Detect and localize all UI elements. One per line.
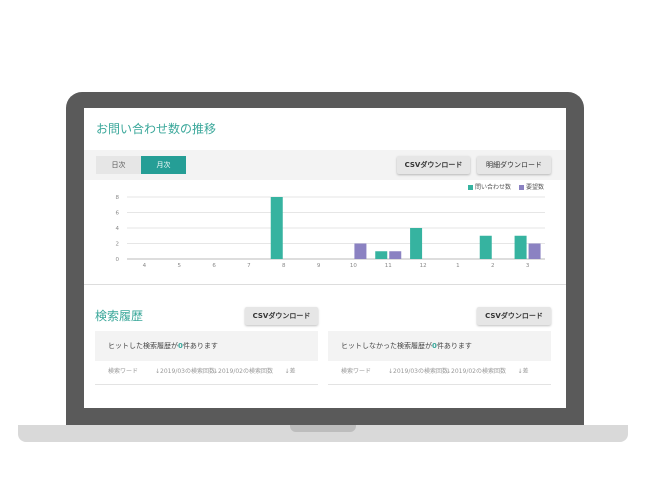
x-tick-label: 5	[178, 263, 182, 269]
x-tick-label: 10	[350, 263, 357, 269]
x-tick-label: 9	[317, 263, 321, 269]
x-tick-label: 3	[526, 263, 530, 269]
screen: お問い合わせ数の推移 日次 月次 CSVダウンロード 明細ダウンロード 問い合わ…	[84, 108, 566, 408]
y-tick-label: 4	[116, 226, 120, 232]
laptop-notch	[290, 425, 356, 432]
bar-inquiries	[270, 197, 283, 259]
x-tick-label: 12	[420, 263, 427, 269]
y-tick-label: 0	[116, 257, 120, 263]
column-header[interactable]: ↓2019/02の検索回数	[213, 367, 273, 376]
tab-daily[interactable]: 日次	[96, 156, 141, 174]
nohit-count-message: ヒットしなかった検索履歴が 0 件あります	[328, 331, 551, 361]
tab-monthly[interactable]: 月次	[141, 156, 186, 174]
column-header[interactable]: ↓差	[513, 367, 533, 376]
hit-count-message: ヒットした検索履歴が 0 件あります	[95, 331, 318, 361]
nohit-csv-download-button[interactable]: CSVダウンロード	[477, 307, 551, 325]
hit-history-panel: ヒットした検索履歴が 0 件あります 検索ワード ↓2019/03の検索回数 ↓2…	[95, 331, 318, 385]
column-header[interactable]: ↓2019/02の検索回数	[446, 367, 506, 376]
x-tick-label: 1	[456, 263, 460, 269]
x-tick-label: 7	[247, 263, 251, 269]
x-tick-label: 4	[143, 263, 147, 269]
y-tick-label: 6	[116, 211, 120, 217]
chart-toolbar: 日次 月次 CSVダウンロード 明細ダウンロード	[84, 150, 566, 180]
x-tick-label: 11	[385, 263, 392, 269]
y-tick-label: 8	[116, 195, 120, 201]
search-csv-download-button[interactable]: CSVダウンロード	[245, 307, 318, 325]
column-header[interactable]: ↓2019/03の検索回数	[155, 367, 215, 376]
bar-inquiries	[479, 235, 492, 259]
detail-download-button[interactable]: 明細ダウンロード	[477, 156, 551, 174]
column-header[interactable]: ↓差	[280, 367, 300, 376]
nohit-history-panel: ヒットしなかった検索履歴が 0 件あります 検索ワード ↓2019/03の検索回数…	[328, 331, 551, 385]
x-tick-label: 8	[282, 263, 286, 269]
inquiry-title: お問い合わせ数の推移	[96, 122, 217, 136]
bar-requests	[528, 243, 541, 259]
y-tick-label: 2	[116, 242, 120, 248]
bar-inquiries	[410, 228, 423, 259]
bar-requests	[354, 243, 367, 259]
table-header: 検索ワード ↓2019/03の検索回数 ↓2019/02の検索回数 ↓差	[95, 361, 318, 385]
search-history-title: 検索履歴	[95, 309, 144, 323]
x-tick-label: 2	[491, 263, 495, 269]
bar-chart: 024684 5 6 7 8 9 10 11 12 1 2 3	[116, 195, 545, 269]
bar-requests	[389, 251, 402, 259]
bar-inquiries	[514, 235, 527, 259]
csv-download-button[interactable]: CSVダウンロード	[397, 156, 470, 174]
bar-inquiries	[375, 251, 388, 259]
table-header: 検索ワード ↓2019/03の検索回数 ↓2019/02の検索回数 ↓差	[328, 361, 551, 385]
section-divider	[84, 284, 566, 285]
column-header[interactable]: 検索ワード	[336, 367, 376, 376]
column-header[interactable]: ↓2019/03の検索回数	[388, 367, 448, 376]
x-tick-label: 6	[212, 263, 216, 269]
laptop-base	[18, 425, 628, 442]
column-header[interactable]: 検索ワード	[103, 367, 143, 376]
